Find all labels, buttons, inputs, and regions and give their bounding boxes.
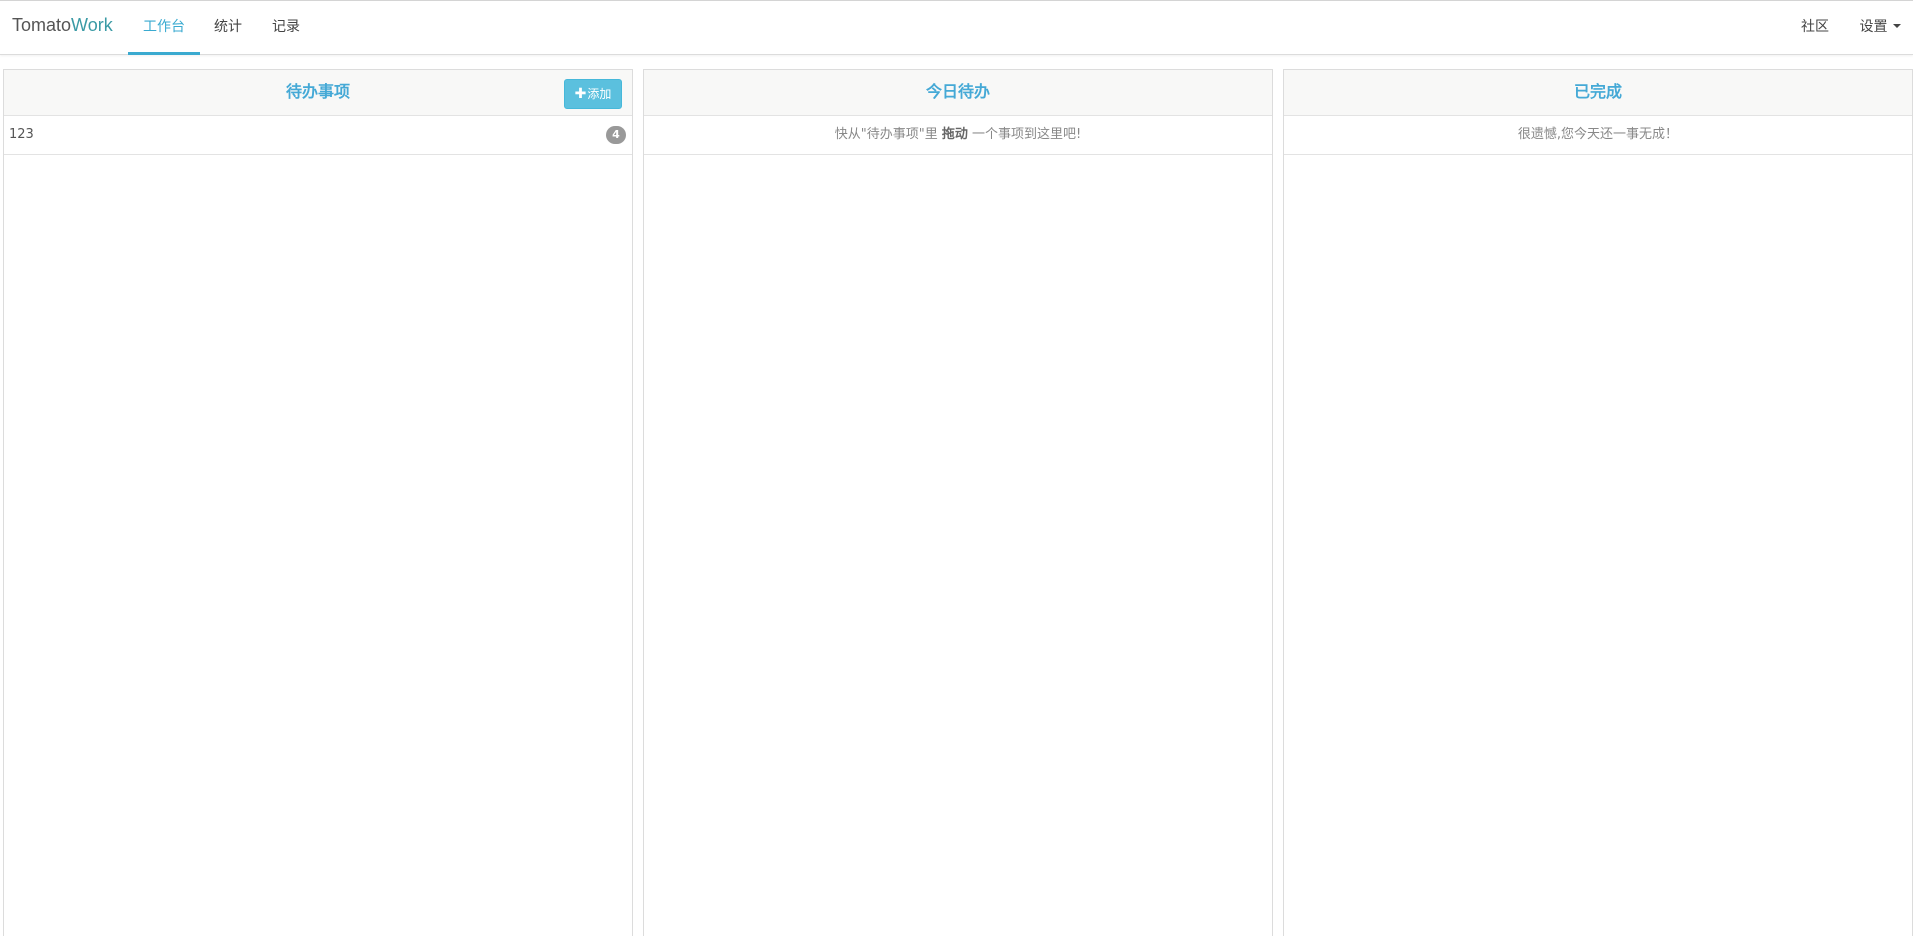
- nav-tab-workbench[interactable]: 工作台: [128, 1, 200, 55]
- todo-item-text: 123: [9, 127, 34, 142]
- brand-accent: Work: [71, 15, 113, 35]
- nav-tab-stats[interactable]: 统计: [210, 1, 246, 55]
- todo-list-item[interactable]: 123 4: [4, 116, 632, 155]
- completed-panel-header: 已完成: [1284, 70, 1912, 116]
- completed-panel-title: 已完成: [1573, 82, 1622, 101]
- brand-logo[interactable]: TomatoWork: [12, 15, 113, 36]
- todo-panel-header: 待办事项 ✚添加: [4, 70, 632, 116]
- settings-dropdown[interactable]: 设置: [1855, 1, 1905, 55]
- caret-down-icon: [1892, 24, 1901, 28]
- today-hint-strong: 拖动: [941, 127, 968, 142]
- todo-item-count-badge: 4: [606, 126, 626, 144]
- completed-panel: 已完成 很遗憾,您今天还一事无成！: [1283, 69, 1913, 936]
- todo-panel: 待办事项 ✚添加 123 4: [3, 69, 633, 936]
- plus-icon: ✚: [574, 86, 587, 102]
- add-todo-button[interactable]: ✚添加: [564, 79, 622, 109]
- today-panel: 今日待办 快从"待办事项"里 拖动 一个事项到这里吧!: [643, 69, 1273, 936]
- today-hint-before: 快从"待办事项"里: [834, 127, 938, 142]
- nav-community-link[interactable]: 社区: [1795, 1, 1835, 55]
- today-panel-title: 今日待办: [925, 82, 990, 101]
- today-hint-after: 一个事项到这里吧!: [972, 127, 1082, 142]
- todo-panel-title: 待办事项: [285, 82, 350, 101]
- completed-empty-hint: 很遗憾,您今天还一事无成！: [1284, 116, 1912, 155]
- today-drop-hint: 快从"待办事项"里 拖动 一个事项到这里吧!: [644, 116, 1272, 155]
- add-todo-label: 添加: [587, 87, 612, 101]
- today-panel-header: 今日待办: [644, 70, 1272, 116]
- brand-prefix: Tomato: [12, 15, 72, 35]
- nav-tab-records[interactable]: 记录: [268, 1, 304, 55]
- top-navbar: TomatoWork 工作台 统计 记录 社区 设置: [0, 0, 1913, 55]
- settings-label: 设置: [1859, 19, 1888, 35]
